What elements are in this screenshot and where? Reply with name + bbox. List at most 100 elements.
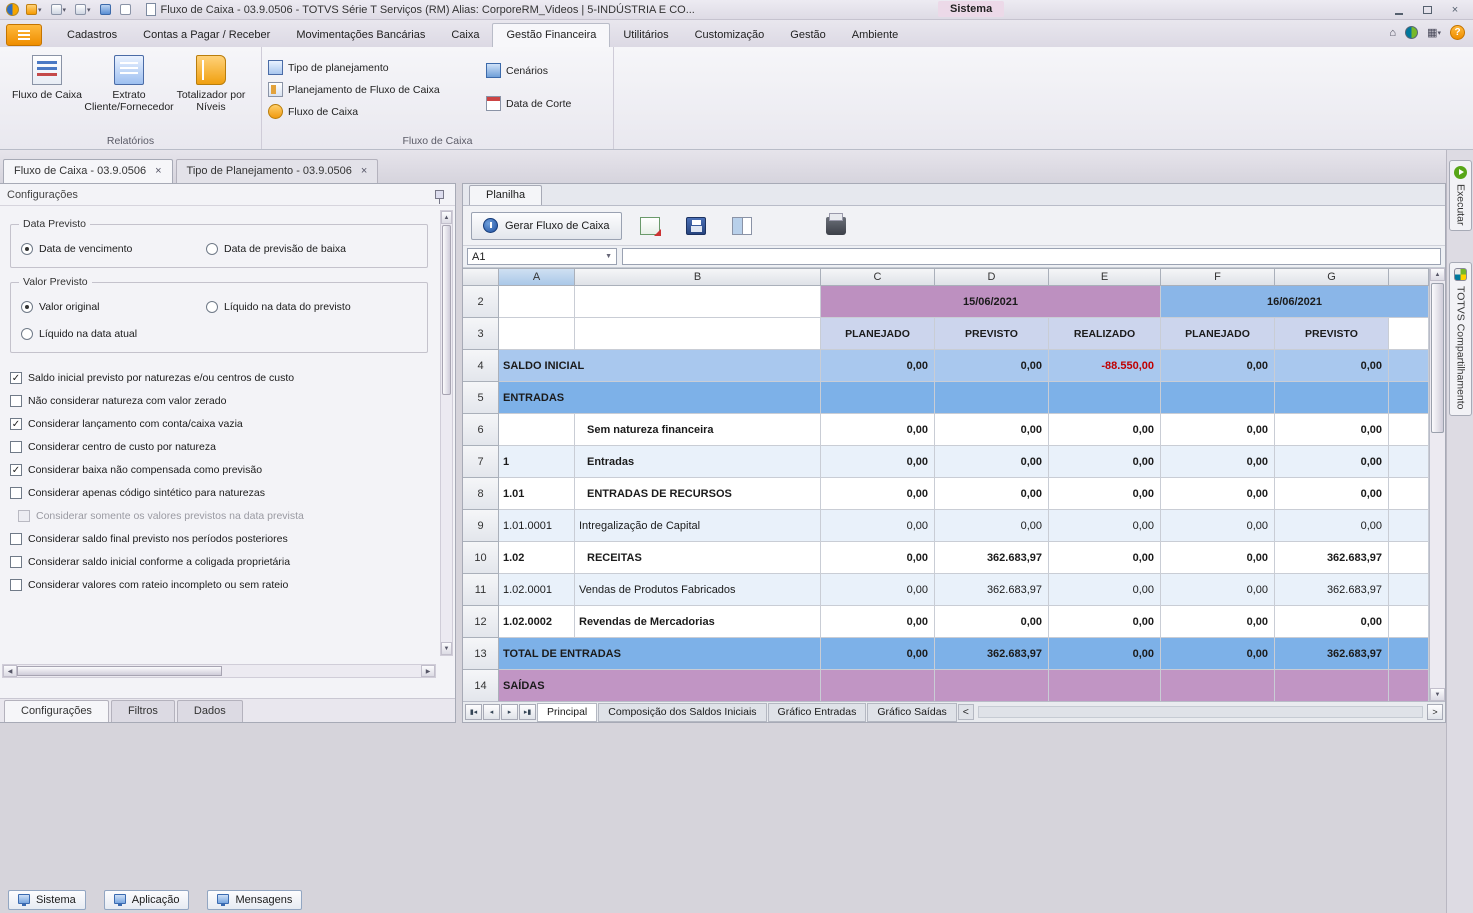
cell-F7[interactable]: 0,00 <box>1161 446 1275 478</box>
scroll-right-icon[interactable]: ▶ <box>421 665 435 677</box>
cell-F3[interactable]: PLANEJADO <box>1161 318 1275 350</box>
cell-C6[interactable]: 0,00 <box>821 414 935 446</box>
doc-tab-fluxo-de-caixa-03-9-0506[interactable]: Fluxo de Caixa - 03.9.0506× <box>3 159 173 183</box>
cell-C12[interactable]: 0,00 <box>821 606 935 638</box>
cell-F9[interactable]: 0,00 <box>1161 510 1275 542</box>
data-de-corte-button[interactable]: Data de Corte <box>486 96 571 111</box>
window-layout-icon[interactable]: ▦▾ <box>1427 26 1441 40</box>
scroll-right-icon[interactable]: > <box>1427 704 1443 720</box>
checkbox-considerar-saldo-inicial-conforme-a-coligada-proprietaria[interactable]: Considerar saldo inicial conforme a coli… <box>10 553 428 570</box>
statusbar-aplicacao-button[interactable]: Aplicação <box>104 890 190 910</box>
row-number-9[interactable]: 9 <box>463 510 499 542</box>
cell-F14[interactable] <box>1161 670 1275 701</box>
sheet-tab-grafico-saidas[interactable]: Gráfico Saídas <box>867 703 956 722</box>
fluxo-de-caixa-button[interactable]: Fluxo de Caixa <box>268 104 486 119</box>
checkbox-nao-considerar-natureza-com-valor-zerado[interactable]: Não considerar natureza com valor zerado <box>10 392 428 409</box>
config-horizontal-scrollbar[interactable]: ◀ ▶ <box>2 664 436 678</box>
cell-A9[interactable]: 1.01.0001 <box>499 510 575 542</box>
cell-B3[interactable] <box>575 318 821 350</box>
checkbox-considerar-baixa-nao-compensada-como-previsao[interactable]: ✓Considerar baixa não compensada como pr… <box>10 461 428 478</box>
checkbox-considerar-apenas-codigo-sintetico-para-naturezas[interactable]: Considerar apenas código sintético para … <box>10 484 428 501</box>
cell-B12[interactable]: Revendas de Mercadorias <box>575 606 821 638</box>
cell-D12[interactable]: 0,00 <box>935 606 1049 638</box>
export-grid-icon[interactable] <box>640 217 660 235</box>
reports-icon[interactable] <box>98 2 113 18</box>
horizontal-scroll-track[interactable] <box>978 706 1423 718</box>
row-number-5[interactable]: 5 <box>463 382 499 414</box>
cell-C7[interactable]: 0,00 <box>821 446 935 478</box>
print-icon[interactable] <box>826 217 846 235</box>
ribbon-tab-movimentacoes-bancarias[interactable]: Movimentações Bancárias <box>283 24 438 47</box>
cell-C5[interactable] <box>821 382 935 414</box>
cell-D13[interactable]: 362.683,97 <box>935 638 1049 670</box>
minimize-button[interactable] <box>1391 3 1407 17</box>
cell-G4[interactable]: 0,00 <box>1275 350 1389 382</box>
cell-G11[interactable]: 362.683,97 <box>1275 574 1389 606</box>
cell-D9[interactable]: 0,00 <box>935 510 1049 542</box>
cell-B2[interactable] <box>575 286 821 318</box>
col-header-F[interactable]: F <box>1161 269 1275 286</box>
config-tab-dados[interactable]: Dados <box>177 700 243 722</box>
ribbon-tab-cadastros[interactable]: Cadastros <box>54 24 130 47</box>
radio-data-de-previsao-de-baixa[interactable]: Data de previsão de baixa <box>206 243 417 255</box>
cell-E12[interactable]: 0,00 <box>1049 606 1161 638</box>
cell-G9[interactable]: 0,00 <box>1275 510 1389 542</box>
cell-B11[interactable]: Vendas de Produtos Fabricados <box>575 574 821 606</box>
cell-E9[interactable]: 0,00 <box>1049 510 1161 542</box>
sheet-tab-scroll-left[interactable]: < <box>958 704 974 720</box>
config-tab-configuracoes[interactable]: Configurações <box>4 700 109 722</box>
ribbon-tab-gestao[interactable]: Gestão <box>777 24 838 47</box>
row-number-11[interactable]: 11 <box>463 574 499 606</box>
cell-A2[interactable] <box>499 286 575 318</box>
sheet-tab-composicao-dos-saldos-iniciais[interactable]: Composição dos Saldos Iniciais <box>598 703 766 722</box>
cell-C11[interactable]: 0,00 <box>821 574 935 606</box>
col-header-B[interactable]: B <box>575 269 821 286</box>
cell-F11[interactable]: 0,00 <box>1161 574 1275 606</box>
next-sheet-icon[interactable]: ▸ <box>501 704 518 720</box>
cell-A13[interactable]: TOTAL DE ENTRADAS <box>499 638 821 670</box>
cell-B10[interactable]: RECEITAS <box>575 542 821 574</box>
last-sheet-icon[interactable]: ▸▮ <box>519 704 536 720</box>
cell-G13[interactable]: 362.683,97 <box>1275 638 1389 670</box>
columns-icon[interactable] <box>732 217 752 235</box>
fluxo-de-caixa-report-button[interactable]: Fluxo de Caixa <box>6 51 88 133</box>
cell-F6[interactable]: 0,00 <box>1161 414 1275 446</box>
cell-C8[interactable]: 0,00 <box>821 478 935 510</box>
restore-button[interactable] <box>1419 3 1435 17</box>
cell-D8[interactable]: 0,00 <box>935 478 1049 510</box>
menu-sistema[interactable]: Sistema <box>938 1 1004 17</box>
row-number-10[interactable]: 10 <box>463 542 499 574</box>
close-button[interactable]: × <box>1447 3 1463 17</box>
cell-A10[interactable]: 1.02 <box>499 542 575 574</box>
row-number-2[interactable]: 2 <box>463 286 499 318</box>
help-icon[interactable]: ? <box>1450 25 1465 40</box>
planilha-tab[interactable]: Planilha <box>469 185 542 205</box>
cell-E8[interactable]: 0,00 <box>1049 478 1161 510</box>
cell-G8[interactable]: 0,00 <box>1275 478 1389 510</box>
scroll-down-icon[interactable]: ▼ <box>441 642 452 655</box>
scroll-down-icon[interactable]: ▼ <box>1430 688 1445 701</box>
window-icon[interactable]: ▾ <box>73 2 93 18</box>
cell-D10[interactable]: 362.683,97 <box>935 542 1049 574</box>
cell-F10[interactable]: 0,00 <box>1161 542 1275 574</box>
cell-E5[interactable] <box>1049 382 1161 414</box>
row-number-7[interactable]: 7 <box>463 446 499 478</box>
row-number-8[interactable]: 8 <box>463 478 499 510</box>
cenarios-button[interactable]: Cenários <box>486 63 571 78</box>
new-record-icon[interactable]: ▾ <box>24 2 44 18</box>
col-header-C[interactable]: C <box>821 269 935 286</box>
tipo-de-planejamento-button[interactable]: Tipo de planejamento <box>268 60 486 75</box>
close-tab-icon[interactable]: × <box>361 165 367 177</box>
sheet-tab-grafico-entradas[interactable]: Gráfico Entradas <box>768 703 867 722</box>
ribbon-tab-customizacao[interactable]: Customização <box>682 24 778 47</box>
sheet-tab-principal[interactable]: Principal <box>537 703 597 722</box>
radio-valor-original[interactable]: Valor original <box>21 301 206 313</box>
ribbon-tab-caixa[interactable]: Caixa <box>438 24 492 47</box>
cell-E10[interactable]: 0,00 <box>1049 542 1161 574</box>
scroll-up-icon[interactable]: ▲ <box>1430 268 1445 281</box>
grid-corner[interactable] <box>463 269 499 286</box>
cell-C14[interactable] <box>821 670 935 701</box>
cell-C13[interactable]: 0,00 <box>821 638 935 670</box>
home-icon[interactable]: ⌂ <box>1389 26 1396 40</box>
cell-D4[interactable]: 0,00 <box>935 350 1049 382</box>
